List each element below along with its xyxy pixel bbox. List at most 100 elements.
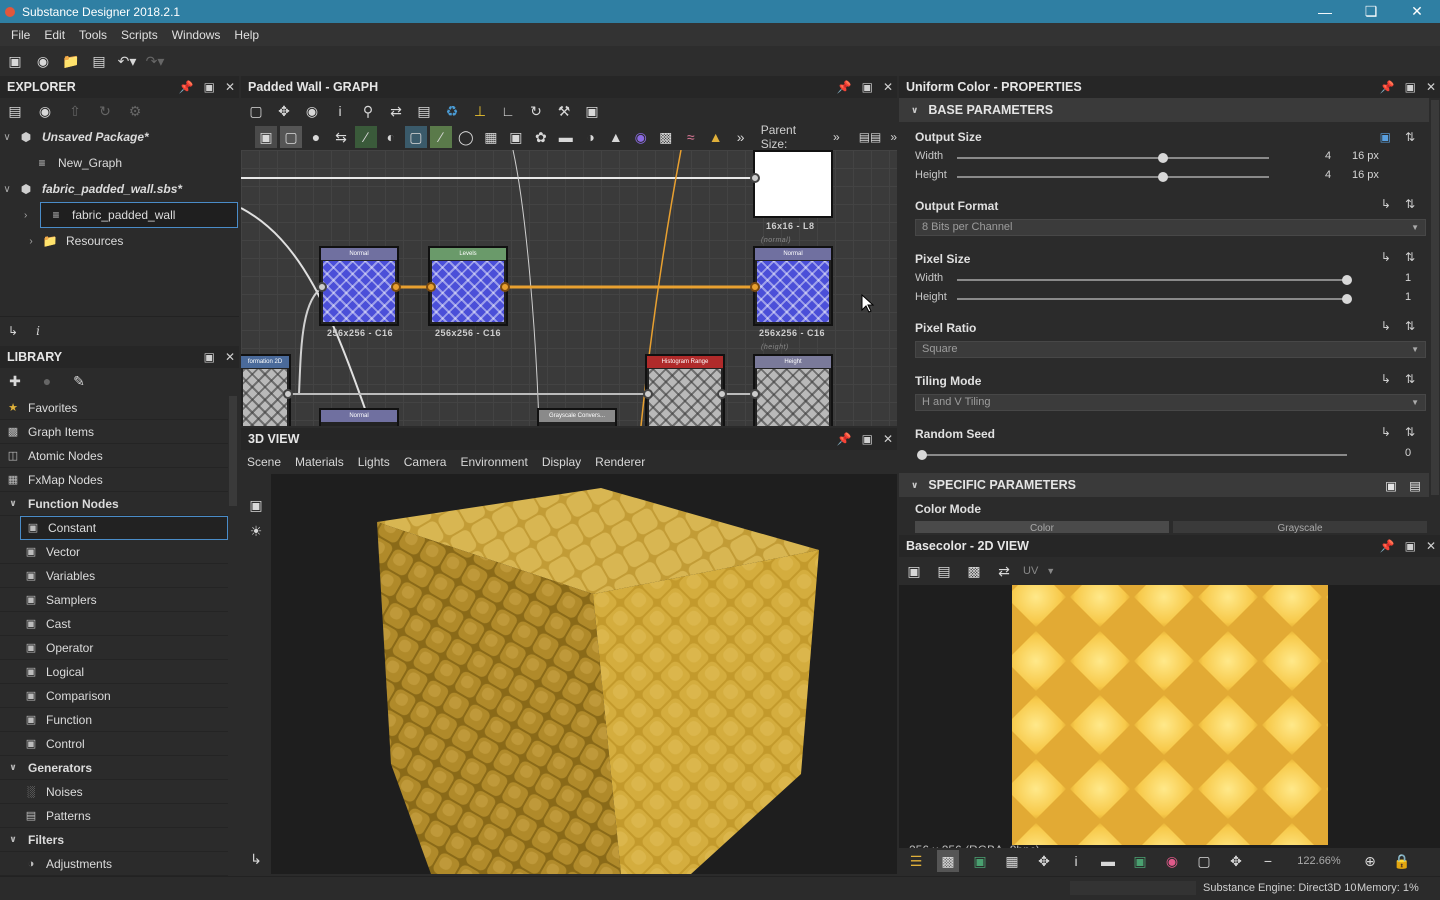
undo-icon[interactable]: ↶▾ — [116, 50, 138, 72]
normal-node-bottom[interactable]: Normal — [319, 408, 399, 426]
close-icon[interactable]: ✕ — [225, 80, 235, 94]
node-port[interactable] — [500, 282, 510, 292]
library-item-adjustments[interactable]: ◑ Adjustments — [0, 852, 228, 876]
expand-arrow-icon[interactable]: › — [24, 236, 38, 247]
relative-icon[interactable]: ⇅ — [1405, 197, 1415, 211]
layout-icon[interactable]: ▤ — [413, 100, 435, 122]
histogram-icon[interactable]: ▲ — [605, 126, 627, 148]
library-item-comparison[interactable]: ▣ Comparison — [0, 684, 228, 708]
library-item-function[interactable]: ▣ Function — [0, 708, 228, 732]
menu-windows[interactable]: Windows — [165, 28, 228, 42]
library-category-generators[interactable]: ∨ Generators — [0, 756, 228, 780]
publish-icon[interactable]: ⇧ — [64, 100, 86, 122]
uv-dropdown[interactable]: UV — [1023, 565, 1038, 577]
bitmap-node-icon[interactable]: ▣ — [255, 126, 277, 148]
library-item-variables[interactable]: ▣ Variables — [0, 564, 228, 588]
camera-icon[interactable]: ▣ — [245, 494, 267, 516]
maximize-icon[interactable]: ▣ — [1405, 539, 1416, 553]
new-package-icon[interactable]: ▣ — [4, 50, 26, 72]
svg-node-icon[interactable]: ▢ — [279, 126, 302, 148]
color-wheel-icon[interactable]: ◉ — [1161, 850, 1183, 872]
inherit-icon[interactable]: ↳ — [1381, 197, 1391, 211]
tile-icon[interactable]: ▦ — [480, 126, 502, 148]
hierarchy-icon[interactable]: ↳ — [245, 848, 267, 870]
save-icon[interactable]: ▤ — [4, 100, 26, 122]
tree-item-fabric-graph[interactable]: ≡ fabric_padded_wall › — [24, 202, 238, 228]
relative-icon[interactable]: ⇅ — [1405, 250, 1415, 264]
output-width-slider-knob[interactable] — [1158, 153, 1168, 163]
library-item-samplers[interactable]: ▣ Samplers — [0, 588, 228, 612]
gradient-icon[interactable]: ∕ — [429, 126, 452, 148]
menu-icon[interactable]: ▤ — [1409, 478, 1421, 493]
node-port[interactable] — [391, 282, 401, 292]
warp-icon[interactable]: ✿ — [530, 126, 552, 148]
grayscale-conversion-node[interactable]: Grayscale Convers... — [537, 408, 617, 426]
library-item-atomic-nodes[interactable]: ◫ Atomic Nodes — [0, 444, 228, 468]
blend-icon[interactable]: ◯ — [455, 126, 477, 148]
menu-file[interactable]: File — [4, 28, 37, 42]
tree-item-fabric-package[interactable]: ∨ ⬢ fabric_padded_wall.sbs* — [0, 176, 239, 202]
pixel-ratio-dropdown[interactable]: Square ▼ — [915, 341, 1426, 358]
output-height-slider-knob[interactable] — [1158, 172, 1168, 182]
layers-icon[interactable]: ☰ — [905, 850, 927, 872]
save-icon[interactable]: ▤ — [88, 50, 110, 72]
base-parameters-section[interactable]: ∨ BASE PARAMETERS — [899, 98, 1429, 122]
node-port[interactable] — [643, 389, 653, 399]
export-icon[interactable]: ▣ — [581, 100, 603, 122]
light-icon[interactable]: ☀ — [245, 520, 267, 542]
pixel-width-slider-knob[interactable] — [1342, 275, 1352, 285]
restore-button[interactable]: ❏ — [1348, 0, 1394, 23]
chevron-down-icon[interactable]: ▼ — [1046, 566, 1055, 576]
graph-canvas[interactable]: 16x16 - L8 (normal) Normal 256x256 - C16… — [241, 150, 897, 426]
menu-display[interactable]: Display — [542, 455, 581, 469]
link-icon[interactable]: ∟ — [497, 100, 519, 122]
redo-icon[interactable]: ↷▾ — [144, 50, 166, 72]
link-icon[interactable]: ▣ — [1380, 130, 1391, 144]
height-output-node[interactable]: Height — [753, 354, 833, 426]
library-item-constant[interactable]: ▣ Constant — [20, 516, 228, 540]
collapse-arrow-icon[interactable]: ∨ — [6, 762, 20, 774]
histogram-icon[interactable]: ▬ — [1097, 850, 1119, 872]
lock-icon[interactable]: 🔒 — [1391, 850, 1413, 872]
menu-renderer[interactable]: Renderer — [595, 455, 645, 469]
share-icon[interactable]: ⇄ — [993, 560, 1015, 582]
levels-node[interactable]: Levels — [428, 246, 508, 326]
reload-icon[interactable]: ↻ — [94, 100, 116, 122]
output-width-slider[interactable] — [957, 157, 1269, 159]
new-graph-icon[interactable]: ◉ — [32, 50, 54, 72]
tile-icon[interactable]: ▦ — [1001, 850, 1023, 872]
add-folder-icon[interactable]: ✚ — [4, 370, 26, 392]
pixel-height-slider[interactable] — [957, 298, 1347, 300]
menu-tools[interactable]: Tools — [72, 28, 114, 42]
menu-scene[interactable]: Scene — [247, 455, 281, 469]
pivot-icon[interactable]: ✥ — [1033, 850, 1055, 872]
curve-icon[interactable]: ∕ — [354, 126, 377, 148]
maximize-icon[interactable]: ▣ — [862, 80, 873, 94]
tree-item-new-graph[interactable]: ≡ New_Graph — [0, 150, 239, 176]
node-port[interactable] — [750, 173, 760, 183]
hierarchy-icon[interactable]: ↳ — [8, 324, 18, 338]
library-item-noises[interactable]: ░ Noises — [0, 780, 228, 804]
zoom-in-icon[interactable]: ⊕ — [1359, 850, 1381, 872]
2d-viewport[interactable]: ▣ ▤ ▩ ⇄ UV ▼ 256 x 256 (RGBA, 8bpc) — [899, 557, 1440, 874]
connect-icon[interactable]: ⊥ — [469, 100, 491, 122]
inherit-icon[interactable]: ↳ — [1381, 372, 1391, 386]
expand-arrow-icon[interactable]: ∨ — [0, 132, 14, 143]
pin-icon[interactable]: 📌 — [1380, 539, 1395, 553]
library-item-graph-items[interactable]: ▩ Graph Items — [0, 420, 228, 444]
close-icon[interactable]: ✕ — [883, 80, 893, 94]
library-item-operator[interactable]: ▣ Operator — [0, 636, 228, 660]
random-seed-slider[interactable] — [919, 454, 1347, 456]
save-icon[interactable]: ▤ — [933, 560, 955, 582]
relative-icon[interactable]: ⇅ — [1405, 372, 1415, 386]
pin-icon[interactable]: 📌 — [837, 80, 852, 94]
parent-size-dropdown-icon[interactable]: » — [833, 130, 840, 144]
relative-icon[interactable]: ⇅ — [1405, 130, 1415, 144]
output-height-value[interactable]: 4 — [1325, 169, 1331, 181]
levels-icon[interactable]: ▬ — [555, 126, 577, 148]
move-icon[interactable]: ✥ — [273, 100, 295, 122]
histogram-range-node[interactable]: Histogram Range — [645, 354, 725, 426]
3d-viewport[interactable]: ▣ ☀ ↳ — [241, 474, 897, 874]
settings-icon[interactable]: ⚙ — [124, 100, 146, 122]
menu-environment[interactable]: Environment — [460, 455, 527, 469]
